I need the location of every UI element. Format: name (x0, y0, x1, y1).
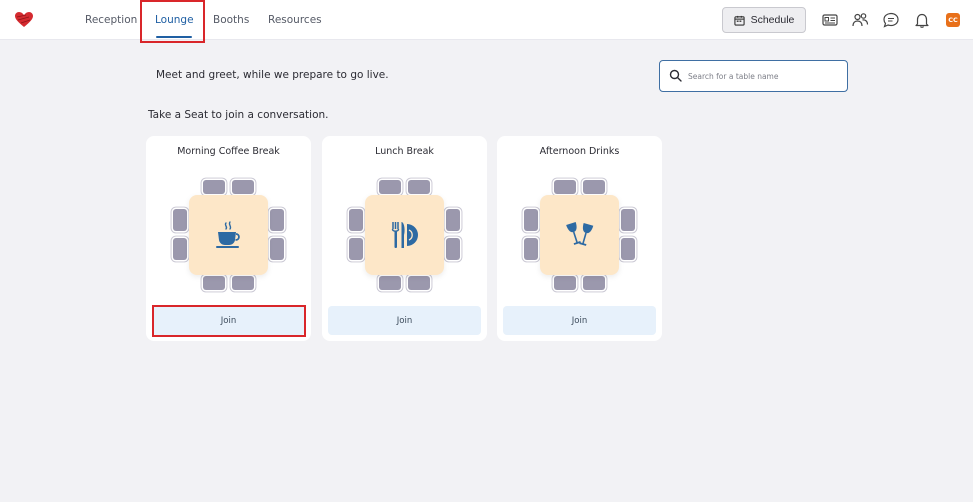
table-illustration[interactable] (349, 180, 460, 290)
table-name: Lunch Break (375, 146, 434, 157)
table-card: Lunch Break Join (322, 136, 487, 341)
seat[interactable] (524, 209, 538, 231)
id-card-icon[interactable] (821, 11, 839, 29)
join-button[interactable]: Join (328, 306, 481, 335)
seat[interactable] (446, 209, 460, 231)
lounge-tab-highlight (140, 0, 205, 43)
seat[interactable] (203, 276, 225, 290)
table-card: Afternoon Drinks Join (497, 136, 662, 341)
table-illustration[interactable] (524, 180, 635, 290)
people-icon[interactable] (851, 11, 869, 29)
seat[interactable] (349, 209, 363, 231)
wine-glasses-icon (566, 221, 594, 246)
lounge-intro-text: Meet and greet, while we prepare to go l… (156, 69, 389, 81)
seat[interactable] (203, 180, 225, 194)
search-icon (669, 69, 682, 82)
seat[interactable] (524, 238, 538, 260)
seat[interactable] (621, 238, 635, 260)
table-top (540, 195, 619, 275)
join-button-highlight (152, 305, 306, 337)
heart-logo-icon[interactable] (14, 10, 34, 30)
calendar-icon (733, 15, 745, 26)
join-button[interactable]: Join (503, 306, 656, 335)
seat[interactable] (554, 180, 576, 194)
seat[interactable] (379, 276, 401, 290)
seat[interactable] (554, 276, 576, 290)
seat[interactable] (270, 209, 284, 231)
seat[interactable] (621, 209, 635, 231)
lounge-subtitle: Take a Seat to join a conversation. (148, 109, 329, 121)
seat[interactable] (270, 238, 284, 260)
coffee-cup-icon (216, 221, 240, 248)
seat[interactable] (232, 180, 254, 194)
fork-knife-plate-icon (391, 222, 418, 248)
nav-item-resources[interactable]: Resources (268, 0, 322, 40)
seat[interactable] (173, 209, 187, 231)
chat-bubble-icon[interactable] (882, 11, 900, 29)
table-top (189, 195, 268, 275)
seat[interactable] (583, 180, 605, 194)
seat[interactable] (232, 276, 254, 290)
seat[interactable] (408, 276, 430, 290)
user-avatar[interactable]: CC (946, 13, 960, 27)
seat[interactable] (379, 180, 401, 194)
nav-item-reception[interactable]: Reception (85, 0, 137, 40)
table-top (365, 195, 444, 275)
table-search-input[interactable] (688, 67, 843, 85)
seat[interactable] (173, 238, 187, 260)
table-illustration[interactable] (173, 180, 284, 290)
seat[interactable] (583, 276, 605, 290)
table-name: Afternoon Drinks (539, 146, 620, 157)
seat[interactable] (446, 238, 460, 260)
bell-icon[interactable] (913, 11, 931, 29)
nav-item-booths[interactable]: Booths (213, 0, 249, 40)
schedule-button[interactable]: Schedule (722, 7, 806, 33)
seat[interactable] (408, 180, 430, 194)
table-name: Morning Coffee Break (177, 146, 280, 157)
schedule-label: Schedule (750, 14, 795, 26)
table-search-box (659, 60, 848, 92)
seat[interactable] (349, 238, 363, 260)
